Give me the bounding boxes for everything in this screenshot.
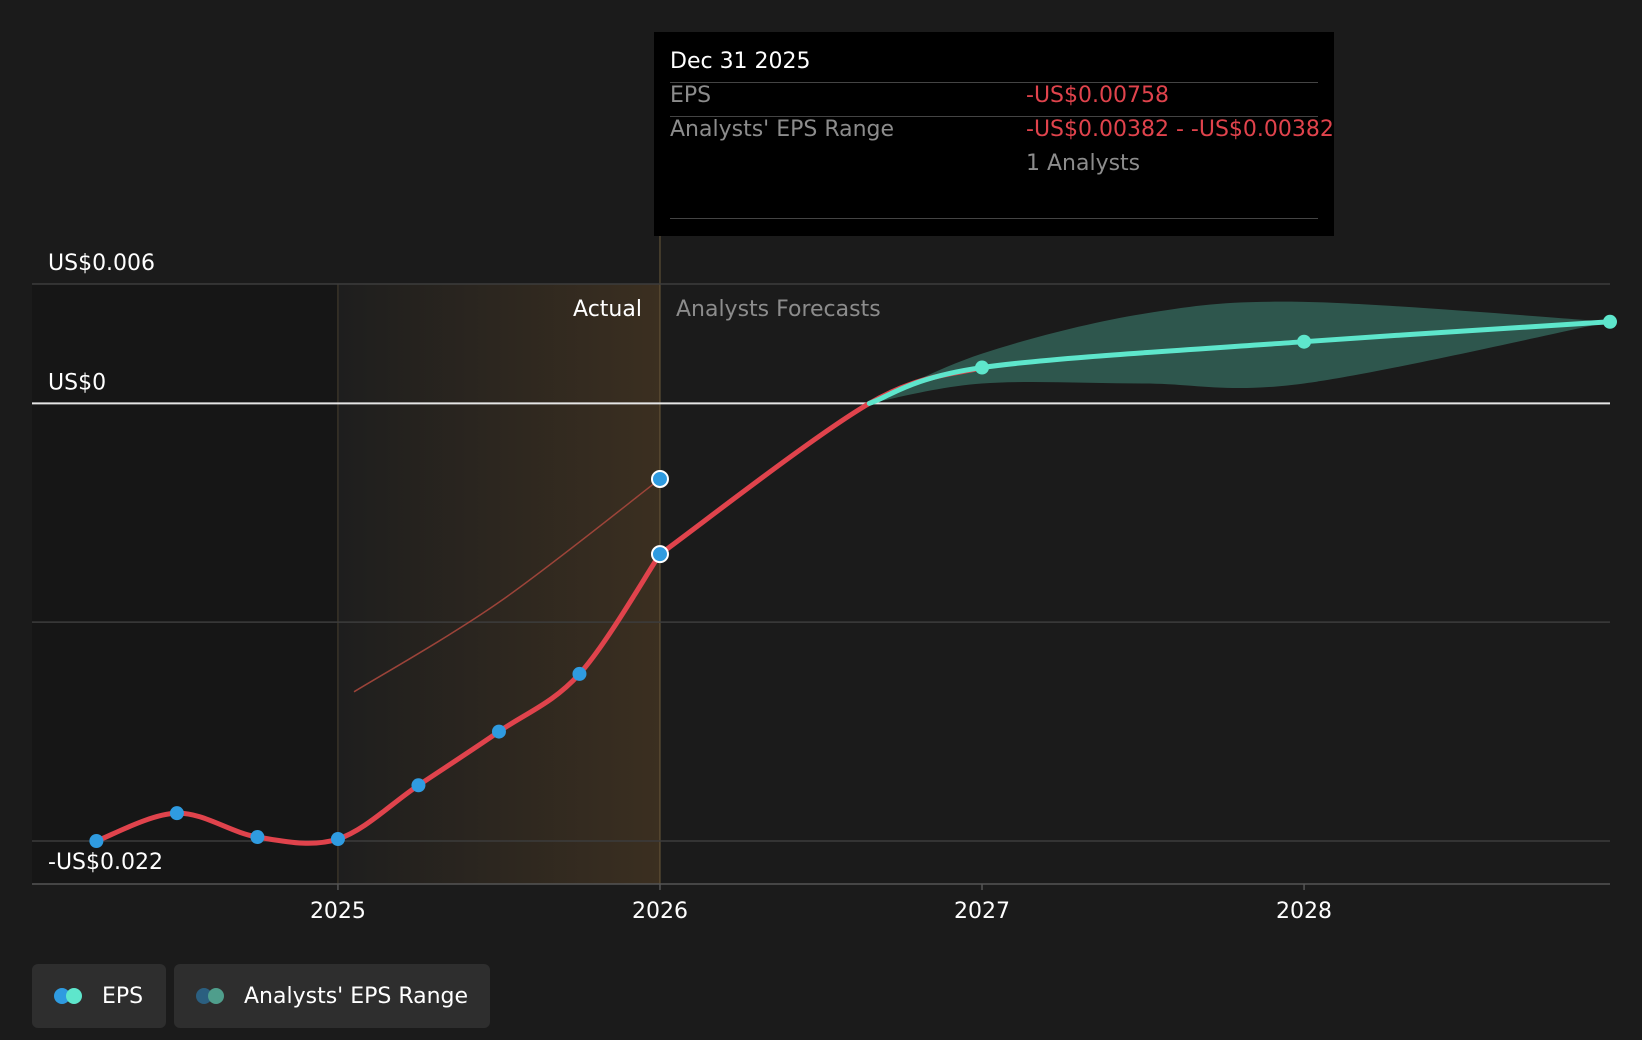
eps-forecast-point [975, 360, 990, 375]
forecast-region-label: Analysts Forecasts [676, 297, 881, 322]
tooltip-eps-value: -US$0.00758 [1026, 83, 1169, 108]
eps-actual-point [572, 666, 587, 681]
x-tick-label: 2025 [310, 899, 366, 924]
x-tick-label: 2027 [954, 899, 1010, 924]
eps-actual-point [89, 834, 104, 848]
legend-item-eps[interactable]: EPS [32, 964, 166, 1028]
tooltip-analysts-count: 1 Analysts [1026, 151, 1141, 176]
tooltip-divider [670, 82, 1318, 83]
y-tick-label: -US$0.022 [48, 850, 163, 875]
tooltip-divider [670, 218, 1318, 219]
y-tick-label: US$0 [48, 370, 106, 395]
eps-actual-point [330, 832, 345, 847]
x-tick-label: 2026 [632, 899, 688, 924]
eps-actual-point [411, 778, 426, 793]
tooltip-range-label: Analysts' EPS Range [670, 117, 895, 142]
actual-region-shade [337, 284, 660, 884]
eps-actual-point [169, 806, 184, 821]
y-tick-label: US$0.006 [48, 251, 155, 276]
eps-forecast-point [1297, 334, 1312, 349]
legend-label-range: Analysts' EPS Range [244, 983, 469, 1009]
eps-dots-icon [54, 987, 88, 1005]
prior-estimate-point [650, 469, 669, 488]
tooltip-eps-label: EPS [670, 83, 712, 108]
range-dots-icon [196, 987, 230, 1005]
tooltip: Dec 31 2025 EPS -US$0.00758 Analysts' EP… [654, 32, 1334, 236]
analysts-eps-range-band [869, 301, 1610, 404]
eps-forecast-negative-line [657, 365, 985, 557]
actual-region-label: Actual [573, 297, 642, 322]
tooltip-range-value: -US$0.00382 - -US$0.00382 [1026, 117, 1334, 142]
legend-label-eps: EPS [102, 983, 144, 1009]
eps-actual-point [491, 724, 506, 739]
eps-forecast-point [1603, 314, 1617, 329]
legend-item-range[interactable]: Analysts' EPS Range [174, 964, 490, 1028]
tooltip-date: Dec 31 2025 [670, 49, 811, 74]
eps-actual-point [250, 830, 265, 845]
eps-actual-point [650, 545, 669, 564]
x-tick-label: 2028 [1276, 899, 1332, 924]
